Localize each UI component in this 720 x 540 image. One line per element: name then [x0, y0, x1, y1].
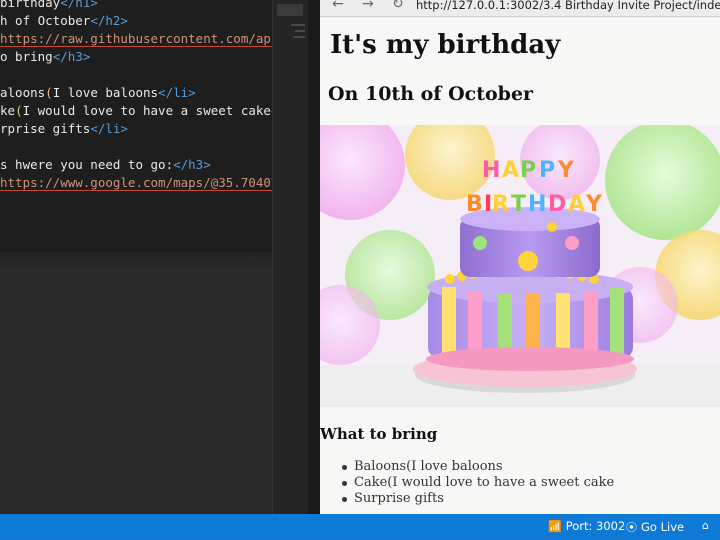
pane-divider[interactable]: [308, 0, 320, 514]
svg-text:P: P: [539, 158, 555, 183]
list-item: Cake(I would love to have a sweet cake: [340, 475, 614, 491]
code-token: (: [15, 103, 23, 118]
code-line[interactable]: rprise gifts</li>: [0, 120, 272, 138]
code-editor[interactable]: birthday</h1> h of October</h2> https://ra…: [0, 0, 272, 514]
code-token: birthday: [0, 0, 61, 10]
back-arrow-icon[interactable]: ←: [332, 0, 344, 12]
list-item: Baloons(I love baloons: [340, 459, 614, 475]
code-line[interactable]: [0, 66, 272, 84]
minimap[interactable]: [272, 0, 309, 514]
code-token: </li>: [90, 121, 128, 136]
svg-text:H: H: [528, 192, 546, 217]
browser-window: ← → ↻ http://127.0.0.1:3002/3.4 Birthday…: [320, 0, 720, 514]
svg-text:P: P: [520, 158, 536, 183]
page-title: It's my birthday: [330, 30, 561, 60]
scroll-shadow: [0, 252, 272, 272]
code-token: https://raw.githubusercontent.com/appb: [0, 31, 272, 46]
code-line[interactable]: aloons(I love baloons</li>: [0, 84, 272, 102]
svg-text:D: D: [548, 192, 566, 217]
code-token: s hwere you need to go:: [0, 157, 174, 172]
code-token: (: [45, 85, 53, 100]
code-token: </h1>: [60, 0, 98, 10]
code-token: https://www.google.com/maps/@35.7040744: [0, 175, 272, 190]
minimap-slider[interactable]: [277, 4, 303, 16]
list-item: Surprise gifts: [340, 491, 614, 507]
code-token: o bring: [0, 49, 53, 64]
go-live-label: Go Live: [641, 520, 685, 534]
svg-text:R: R: [492, 192, 509, 217]
code-token: </h3>: [173, 157, 211, 172]
code-line[interactable]: h of October</h2>: [0, 12, 272, 30]
code-line[interactable]: s hwere you need to go:</h3>: [0, 156, 272, 174]
svg-text:Y: Y: [557, 158, 575, 183]
bring-heading: What to bring: [320, 425, 438, 443]
browser-toolbar: ← → ↻ http://127.0.0.1:3002/3.4 Birthday…: [320, 0, 720, 17]
code-token: I love baloons: [52, 85, 159, 100]
code-token: rprise gifts: [0, 121, 91, 136]
port-status[interactable]: 📶 Port: 3002: [548, 519, 625, 533]
code-line[interactable]: https://www.google.com/maps/@35.7040744: [0, 174, 272, 192]
notification-bell-icon[interactable]: ⌂: [702, 519, 709, 532]
port-label: Port: 3002: [565, 519, 626, 533]
code-token: I would love to have a sweet cake: [22, 103, 271, 118]
reload-icon[interactable]: ↻: [392, 0, 404, 12]
svg-text:B: B: [466, 192, 483, 217]
minimap-line: [291, 24, 305, 26]
broadcast-icon: ⦿: [626, 521, 637, 534]
svg-text:I: I: [484, 192, 492, 217]
svg-text:A: A: [568, 192, 585, 217]
code-token: </li>: [158, 85, 196, 100]
code-line[interactable]: https://raw.githubusercontent.com/appb: [0, 30, 272, 48]
address-bar[interactable]: http://127.0.0.1:3002/3.4 Birthday Invit…: [416, 0, 720, 12]
code-line[interactable]: o bring</h3>: [0, 48, 272, 66]
status-bar: 📶 Port: 3002 ⦿ Go Live ⌂: [0, 514, 720, 540]
birthday-cake-image: H A P P Y B I R T H D A Y: [320, 125, 720, 407]
web-page: It's my birthday On 10th of October H A …: [320, 17, 720, 514]
forward-arrow-icon[interactable]: →: [362, 0, 374, 12]
code-token: </h2>: [90, 13, 128, 28]
code-line[interactable]: [0, 138, 272, 156]
svg-text:Y: Y: [585, 192, 603, 217]
bring-list: Baloons(I love baloons Cake(I would love…: [340, 459, 614, 507]
code-token: aloons: [0, 85, 46, 100]
code-lines[interactable]: birthday</h1> h of October</h2> https://ra…: [0, 0, 272, 192]
minimap-line: [293, 36, 305, 38]
minimap-line: [295, 30, 305, 32]
svg-text:T: T: [511, 192, 526, 217]
svg-text:H: H: [482, 158, 500, 183]
code-line[interactable]: ke(I would love to have a sweet cake</: [0, 102, 272, 120]
broadcast-icon: 📶: [548, 519, 562, 533]
page-subtitle: On 10th of October: [328, 83, 534, 105]
code-token: h of October: [0, 13, 91, 28]
code-line[interactable]: birthday</h1>: [0, 0, 272, 12]
code-token: ke: [0, 103, 16, 118]
svg-text:A: A: [502, 158, 519, 183]
code-token: </h3>: [52, 49, 91, 64]
go-live-button[interactable]: ⦿ Go Live: [626, 519, 684, 535]
editor-empty-area[interactable]: [0, 252, 272, 514]
